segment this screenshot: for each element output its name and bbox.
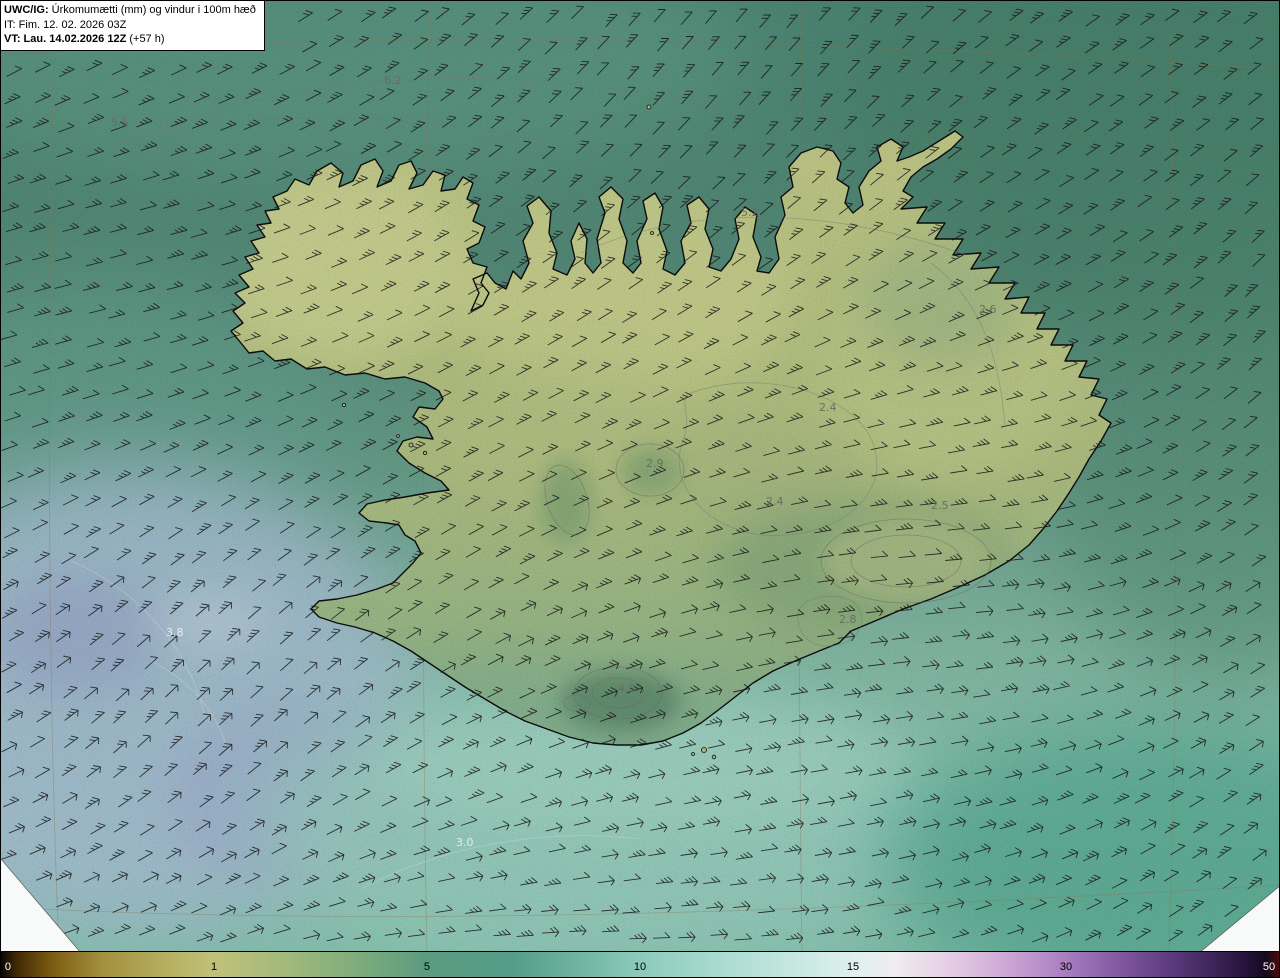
contour-label-2.4: 2.4 [819, 401, 837, 414]
product-description: Úrkomumætti (mm) og vindur i 100m hæð [48, 4, 256, 16]
colorbar-tick-0: 0 [4, 961, 11, 973]
model-id: UWC/IG: [4, 4, 49, 16]
lead-time: (+57 h) [126, 33, 165, 46]
valid-time-line: VT: Lau. 14.02.2026 12Z (+57 h) [4, 32, 256, 47]
contour-label-2.8: 2.8 [839, 613, 857, 626]
contour-label-3.0: 3.0 [456, 836, 474, 849]
contour-label-2.4: 2.4 [766, 495, 784, 508]
valid-time: VT: Lau. 14.02.2026 12Z [4, 33, 127, 46]
colorbar-tick-30: 30 [1059, 961, 1073, 973]
contour-label-3.8: 3.8 [166, 626, 184, 639]
contour-label-2.5: 2.5 [931, 499, 949, 512]
precipitation-wind-map: 6.2 5.5 5.2 2.6 2.4 2.9 2.4 2.5 2.8 4.0 3.8 3.0 [1, 1, 1279, 953]
colorbar-tick-15: 15 [846, 961, 860, 973]
contour-label-2.6: 2.6 [979, 303, 997, 316]
precipitation-colorbar: 0 1 5 10 15 30 50 [1, 951, 1279, 977]
init-time-line: IT: Fim. 12. 02. 2026 03Z [4, 18, 127, 31]
contour-label-5.5: 5.5 [111, 116, 129, 129]
contour-label-5.2: 5.2 [741, 206, 759, 219]
colorbar-ticks: 0 1 5 10 15 30 50 [1, 952, 1279, 977]
contour-label-6.2: 6.2 [384, 74, 402, 87]
title-box: UWC/IG: Úrkomumætti (mm) og vindur i 100… [1, 1, 265, 51]
product-title-line: UWC/IG: Úrkomumætti (mm) og vindur i 100… [4, 3, 256, 18]
colorbar-tick-50: 50 [1262, 961, 1276, 973]
contour-label-2.9: 2.9 [646, 457, 664, 470]
colorbar-tick-5: 5 [423, 961, 431, 973]
colorbar-tick-1: 1 [210, 961, 218, 973]
colorbar-tick-10: 10 [633, 961, 647, 973]
weather-map-page: 6.2 5.5 5.2 2.6 2.4 2.9 2.4 2.5 2.8 4.0 3.8 3.0 UWC… [0, 0, 1280, 978]
contour-label-4.0: 4.0 [618, 682, 636, 695]
